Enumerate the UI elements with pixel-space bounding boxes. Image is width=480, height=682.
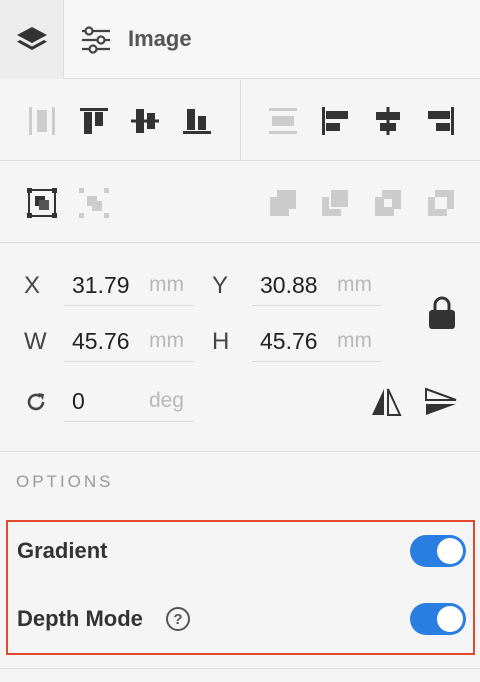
panel-header: Image [0, 0, 480, 79]
w-unit: mm [149, 329, 184, 352]
subtract-icon [322, 190, 348, 216]
group-button[interactable] [24, 185, 60, 221]
help-icon[interactable]: ? [166, 607, 190, 631]
options-section-label: OPTIONS [16, 472, 114, 491]
y-unit: mm [337, 273, 372, 296]
group-icon [27, 188, 57, 218]
w-value: 45.76 [72, 328, 130, 354]
depth-mode-toggle[interactable] [410, 603, 466, 635]
align-top-button[interactable] [76, 103, 112, 139]
boolean-exclude-button[interactable] [423, 185, 459, 221]
distribute-horizontal-icon [29, 107, 55, 135]
align-bottom-button[interactable] [179, 103, 215, 139]
y-value: 30.88 [260, 272, 318, 298]
align-left-icon [322, 107, 348, 135]
align-right-button[interactable] [423, 103, 459, 139]
align-center-icon [376, 107, 400, 135]
rotate-icon [27, 393, 45, 411]
layers-button[interactable] [0, 0, 64, 79]
align-middle-button[interactable] [127, 103, 163, 139]
union-icon [270, 190, 296, 216]
alignment-toolbar [0, 80, 480, 161]
toggle-knob [437, 606, 463, 632]
h-field[interactable]: 45.76 mm [252, 322, 382, 362]
flip-vertical-icon[interactable] [424, 386, 458, 418]
gradient-label: Gradient [17, 538, 108, 563]
align-top-icon [80, 108, 108, 134]
w-field[interactable]: 45.76 mm [64, 322, 194, 362]
x-unit: mm [149, 273, 184, 296]
distribute-vertical-button[interactable] [265, 103, 301, 139]
rotation-field[interactable]: 0 deg [64, 382, 194, 422]
align-right-icon [428, 107, 454, 135]
panel-title: Image [128, 26, 192, 51]
align-center-button[interactable] [370, 103, 406, 139]
boolean-subtract-button[interactable] [317, 185, 353, 221]
lock-icon[interactable] [428, 296, 456, 330]
layers-icon [16, 26, 47, 50]
w-label: W [24, 328, 47, 355]
h-label: H [212, 328, 230, 355]
depth-mode-label: Depth Mode [17, 606, 143, 631]
flip-horizontal-icon[interactable] [370, 386, 402, 418]
ungroup-icon [79, 188, 109, 218]
y-label: Y [212, 272, 229, 299]
distribute-vertical-icon [269, 108, 297, 134]
intersect-icon [375, 190, 401, 216]
h-value: 45.76 [260, 328, 318, 354]
h-unit: mm [337, 329, 372, 352]
x-field[interactable]: 31.79 mm [64, 266, 194, 306]
align-left-button[interactable] [317, 103, 353, 139]
toggle-knob [437, 538, 463, 564]
toolbar-divider [240, 80, 241, 161]
section-divider [0, 668, 480, 669]
exclude-icon [428, 190, 454, 216]
x-value: 31.79 [72, 272, 130, 298]
rotation-unit: deg [148, 389, 184, 412]
options-highlight-box: Gradient Depth Mode ? [6, 520, 475, 655]
boolean-intersect-button[interactable] [370, 185, 406, 221]
align-bottom-icon [183, 109, 211, 134]
ungroup-button[interactable] [76, 185, 112, 221]
align-middle-icon [131, 109, 159, 133]
geometry-section: X 31.79 mm Y 30.88 mm W 45.76 mm H 45.76… [0, 244, 480, 452]
gradient-toggle[interactable] [410, 535, 466, 567]
y-field[interactable]: 30.88 mm [252, 266, 382, 306]
settings-sliders-icon[interactable] [80, 24, 112, 56]
group-boolean-toolbar [0, 162, 480, 243]
rotation-value: 0 [72, 388, 85, 414]
distribute-horizontal-button[interactable] [24, 103, 60, 139]
x-label: X [24, 272, 41, 299]
boolean-union-button[interactable] [265, 185, 301, 221]
